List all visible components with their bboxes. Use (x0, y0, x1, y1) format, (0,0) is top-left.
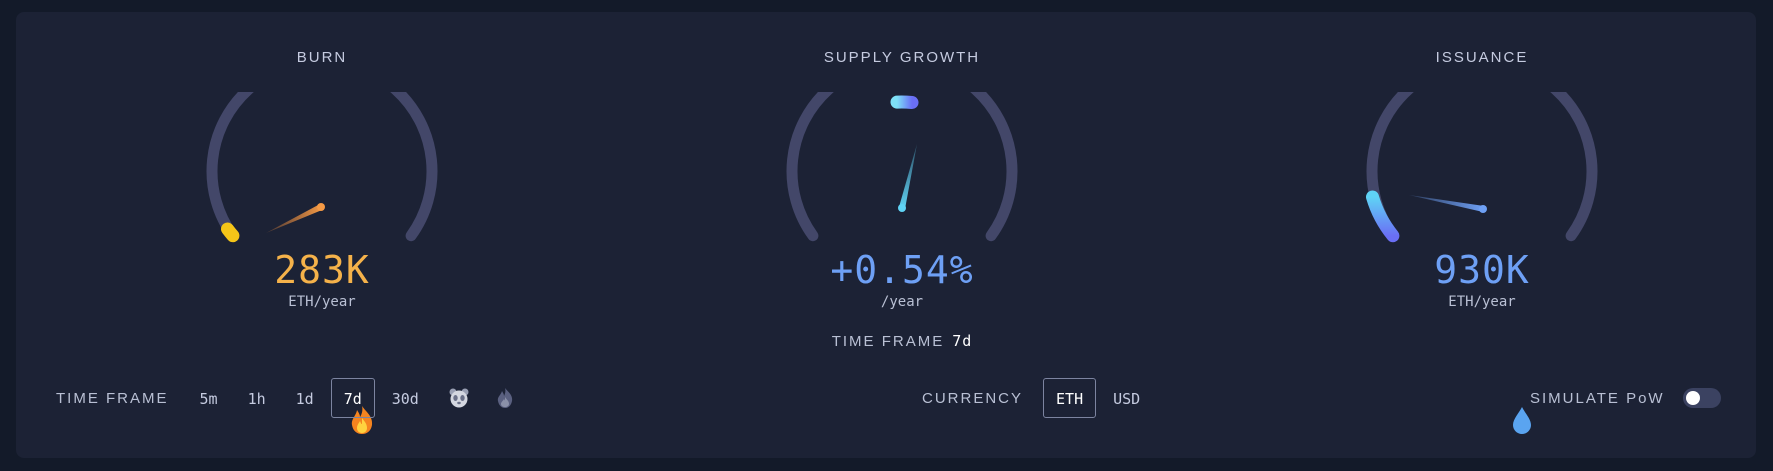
toggle-knob (1685, 391, 1700, 405)
currency-option-usd[interactable]: USD (1100, 378, 1153, 418)
issuance-gauge-title: ISSUANCE (1435, 49, 1529, 66)
supply-growth-needle (899, 144, 917, 209)
supply-growth-title: SUPPLY GROWTH (823, 49, 981, 66)
timeframe-option-30d[interactable]: 30d (379, 378, 432, 418)
timeframe-option-1d[interactable]: 1d (283, 378, 327, 418)
burn-gauge-track (206, 92, 438, 242)
burn-gauge-title: BURN (296, 49, 348, 66)
supply-growth-unit: /year (880, 294, 924, 310)
supply-growth-timeframe-value: 7d (952, 332, 973, 350)
burn-gauge-hub (317, 203, 325, 211)
supply-growth-value: +0.54% (830, 248, 974, 292)
burn-gauge-fill (221, 222, 240, 243)
supply-growth-track (786, 92, 1018, 242)
burn-gauge: BURN 283K ETH/year (162, 12, 482, 434)
currency-selector: CURRENCY ETH USD (922, 376, 1157, 420)
since-burn-flame-icon[interactable] (482, 378, 528, 418)
simulate-pow-toggle[interactable] (1682, 388, 1721, 408)
issuance-gauge-track (1366, 92, 1598, 242)
panda-icon[interactable] (436, 378, 482, 418)
issuance-gauge-fill (1366, 190, 1400, 243)
supply-growth-timeframe-label: TIME FRAME (831, 333, 945, 350)
supply-growth-hub (898, 204, 906, 212)
currency-label: CURRENCY (922, 389, 1024, 407)
simulate-pow-label: SIMULATE PoW (1530, 389, 1665, 407)
issuance-gauge-hub (1479, 205, 1487, 213)
timeframe-option-7d[interactable]: 7d (330, 378, 375, 418)
timeframe-label: TIME FRAME (56, 389, 169, 407)
timeframe-option-5m[interactable]: 5m (187, 378, 231, 418)
timeframe-option-1h[interactable]: 1h (235, 378, 279, 418)
supply-growth-gauge: SUPPLY GROWTH +0.54% /year TIME FRAME 7d (742, 12, 1062, 372)
issuance-unit: ETH/year (1448, 294, 1516, 310)
burn-gauge-needle (266, 204, 322, 233)
burn-unit: ETH/year (288, 294, 356, 310)
burn-value: 283K (274, 248, 370, 292)
dashboard-card: BURN 283K ETH/year SUPPLY GROWTH +0.54% … (16, 12, 1756, 458)
currency-option-eth[interactable]: ETH (1043, 378, 1097, 418)
issuance-value: 930K (1434, 248, 1530, 292)
simulate-pow-control: SIMULATE PoW (1530, 376, 1721, 420)
issuance-gauge-needle (1409, 195, 1484, 212)
issuance-gauge: ISSUANCE 930K ETH/year (1322, 12, 1642, 434)
supply-growth-timeframe: TIME FRAME 7d (742, 332, 1062, 350)
timeframe-selector: TIME FRAME 5m 1h 1d 7d 30d (56, 376, 528, 420)
